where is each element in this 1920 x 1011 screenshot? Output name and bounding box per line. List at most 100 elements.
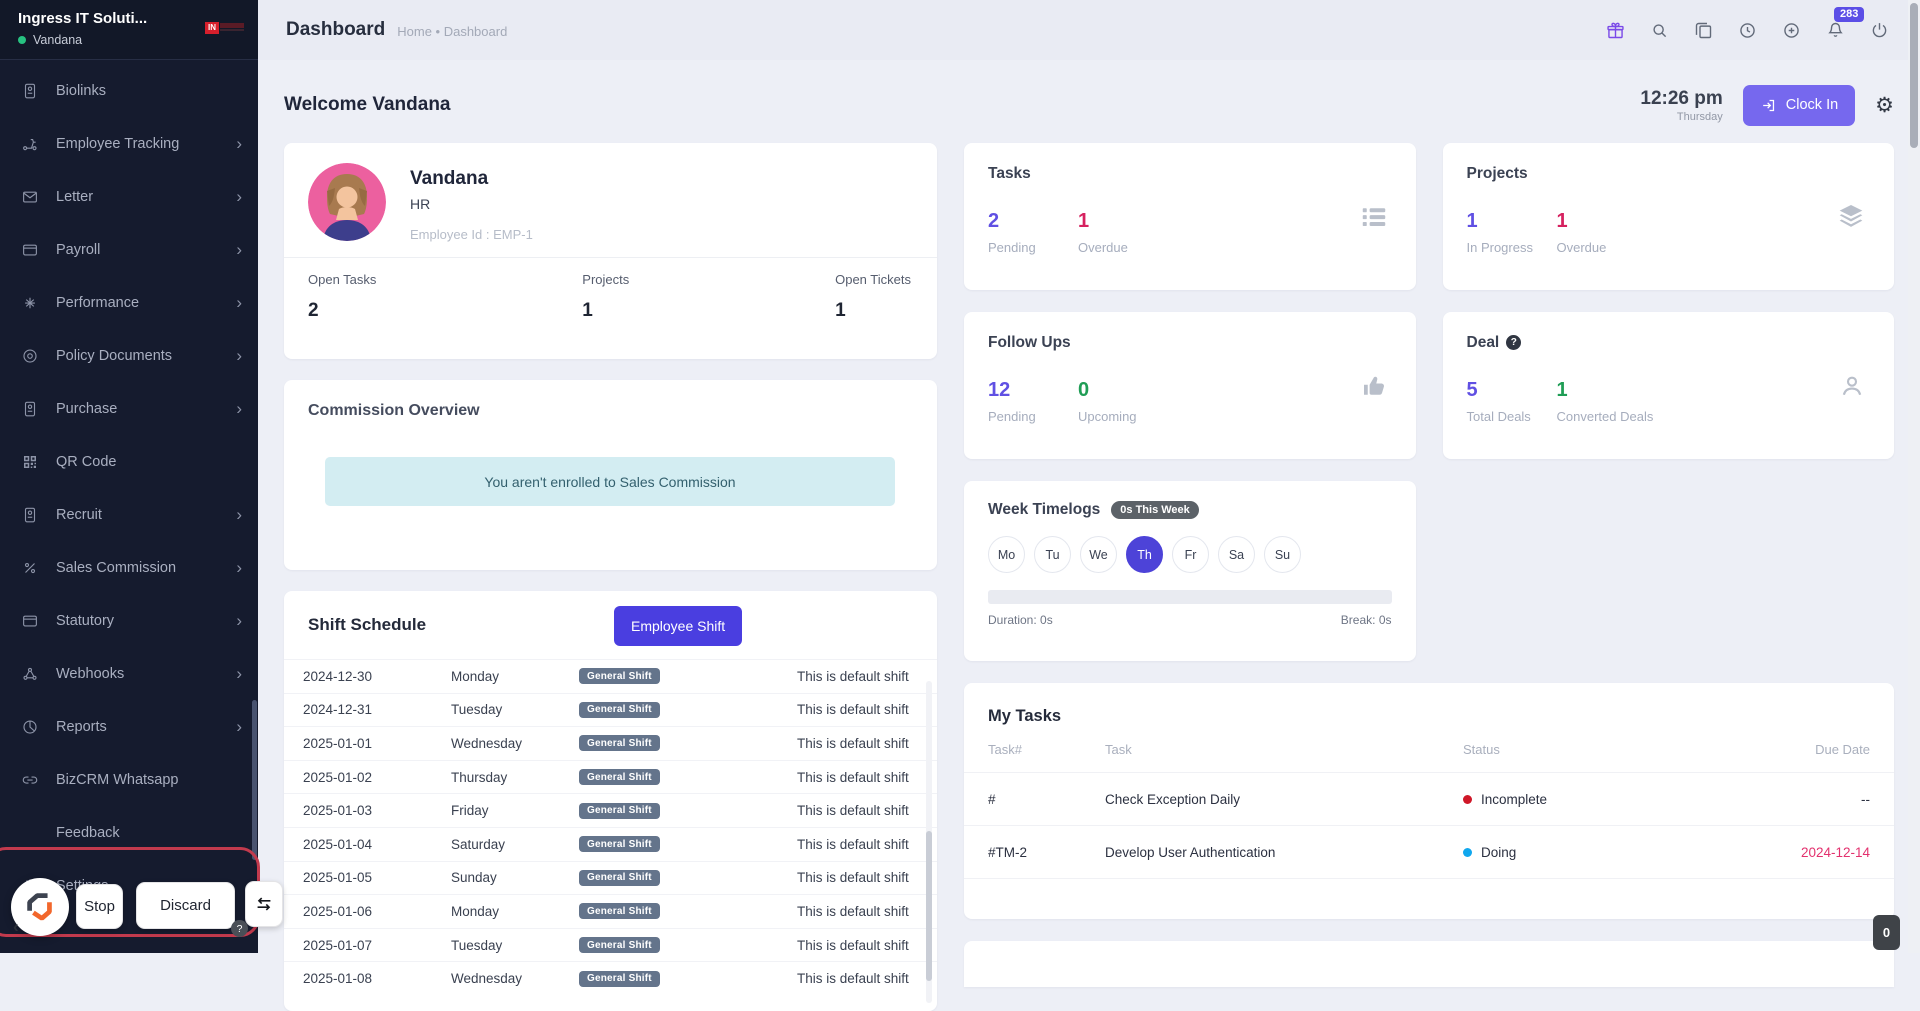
sidebar-item-employee-tracking[interactable]: Employee Tracking <box>0 117 258 170</box>
brand-logo-text <box>220 22 244 31</box>
chevron-right-icon <box>236 294 242 311</box>
clock-icon[interactable] <box>1737 20 1758 41</box>
shift-badge: General Shift <box>579 870 660 886</box>
timelogs-week-badge: 0s This Week <box>1111 501 1199 519</box>
chevron-right-icon <box>236 400 242 417</box>
timelog-progress-bar <box>988 590 1392 604</box>
tasks-card: Tasks 2Pending 1Overdue <box>964 143 1416 290</box>
asterisk-icon <box>21 294 39 312</box>
employee-id: Employee Id : EMP-1 <box>410 227 533 242</box>
sidebar-header[interactable]: Ingress IT Soluti... Vandana IN <box>0 0 258 60</box>
id-card-icon <box>21 506 39 524</box>
employee-shift-button[interactable]: Employee Shift <box>614 606 742 646</box>
chevron-right-icon <box>236 559 242 576</box>
recorder-logo-button[interactable] <box>11 878 69 936</box>
avatar <box>308 163 386 241</box>
day-we[interactable]: We <box>1080 536 1117 573</box>
sidebar-item-biolinks[interactable]: Biolinks <box>0 64 258 117</box>
page-scrollbar[interactable] <box>1908 0 1920 953</box>
nodes-icon <box>21 665 39 683</box>
profile-stat-open-tickets: Open Tickets 1 <box>835 272 911 322</box>
week-timelogs-card: Week Timelogs 0s This Week Mo Tu We Th F… <box>964 481 1416 661</box>
sidebar-menu: Biolinks Employee Tracking Letter Payrol… <box>0 60 258 912</box>
layers-icon <box>1835 201 1867 233</box>
thumbs-up-icon <box>1359 371 1389 401</box>
sidebar-item-performance[interactable]: Performance <box>0 276 258 329</box>
plus-circle-icon[interactable] <box>1781 20 1802 41</box>
chevron-right-icon <box>236 241 242 258</box>
shift-row: 2024-12-30MondayGeneral ShiftThis is def… <box>284 659 937 693</box>
sidebar-item-policy-documents[interactable]: Policy Documents <box>0 329 258 382</box>
current-time: 12:26 pm Thursday <box>1640 88 1722 123</box>
app-window: Ingress IT Soluti... Vandana IN Biolinks… <box>0 0 1920 953</box>
sidebar-item-feedback[interactable]: Feedback <box>0 806 258 859</box>
shift-row: 2025-01-07TuesdayGeneral ShiftThis is de… <box>284 928 937 962</box>
status-dot-doing <box>1463 848 1472 857</box>
chat-widget-badge[interactable]: 0 <box>1873 915 1900 950</box>
chevron-right-icon <box>236 135 242 152</box>
chevron-right-icon <box>236 188 242 205</box>
gift-icon[interactable] <box>1605 20 1626 41</box>
shift-row: 2025-01-08WednesdayGeneral ShiftThis is … <box>284 961 937 995</box>
sidebar-item-webhooks[interactable]: Webhooks <box>0 647 258 700</box>
deal-card: Deal 5Total Deals 1Converted Deals <box>1443 312 1895 459</box>
sidebar-item-recruit[interactable]: Recruit <box>0 488 258 541</box>
clock-in-button[interactable]: Clock In <box>1743 85 1855 126</box>
id-card-icon <box>21 400 39 418</box>
task-row[interactable]: # Check Exception Daily Incomplete -- <box>964 773 1894 826</box>
task-row[interactable]: #TM-2 Develop User Authentication Doing … <box>964 826 1894 879</box>
recorder-logo-icon <box>23 890 57 924</box>
scooter-icon <box>21 135 39 153</box>
shift-row: 2024-12-31TuesdayGeneral ShiftThis is de… <box>284 693 937 727</box>
sidebar-item-qr-code[interactable]: QR Code <box>0 435 258 488</box>
sidebar-item-bizcrm-whatsapp[interactable]: BizCRM Whatsapp <box>0 753 258 806</box>
shift-badge: General Shift <box>579 769 660 785</box>
person-icon <box>1837 371 1867 401</box>
collapse-chevron-icon[interactable] <box>13 917 19 937</box>
shift-row: 2025-01-04SaturdayGeneral ShiftThis is d… <box>284 827 937 861</box>
chevron-right-icon <box>236 506 242 523</box>
day-su[interactable]: Su <box>1264 536 1301 573</box>
my-tasks-header: Task# Task Status Due Date <box>964 726 1894 773</box>
day-mo[interactable]: Mo <box>988 536 1025 573</box>
commission-title: Commission Overview <box>308 402 913 420</box>
target-icon <box>21 347 39 365</box>
shift-badge: General Shift <box>579 668 660 684</box>
shift-schedule-card: Shift Schedule Employee Shift 2024-12-30… <box>284 591 937 1011</box>
shift-badge: General Shift <box>579 803 660 819</box>
qr-code-icon <box>21 453 39 471</box>
day-th-active[interactable]: Th <box>1126 536 1163 573</box>
projects-card: Projects 1In Progress 1Overdue <box>1443 143 1895 290</box>
shift-row: 2025-01-03FridayGeneral ShiftThis is def… <box>284 793 937 827</box>
swap-arrows-button[interactable] <box>245 881 283 927</box>
topbar: Dashboard Home • Dashboard 283 <box>258 0 1920 60</box>
sidebar-item-letter[interactable]: Letter <box>0 170 258 223</box>
day-sa[interactable]: Sa <box>1218 536 1255 573</box>
dashboard-settings-gear-icon[interactable] <box>1875 95 1894 116</box>
wallet-icon <box>21 612 39 630</box>
shift-table-scrollbar[interactable] <box>926 681 932 1003</box>
shift-badge: General Shift <box>579 702 660 718</box>
sidebar-item-sales-commission[interactable]: Sales Commission <box>0 541 258 594</box>
sidebar-item-purchase[interactable]: Purchase <box>0 382 258 435</box>
day-fr[interactable]: Fr <box>1172 536 1209 573</box>
search-icon[interactable] <box>1649 20 1670 41</box>
bell-icon[interactable]: 283 <box>1825 20 1846 41</box>
sidebar-item-payroll[interactable]: Payroll <box>0 223 258 276</box>
stop-button[interactable]: Stop <box>76 884 123 929</box>
status-dot-incomplete <box>1463 795 1472 804</box>
sidebar: Ingress IT Soluti... Vandana IN Biolinks… <box>0 0 258 953</box>
sidebar-item-statutory[interactable]: Statutory <box>0 594 258 647</box>
notes-icon[interactable] <box>1693 20 1714 41</box>
my-tasks-title: My Tasks <box>964 707 1894 726</box>
page-title: Dashboard <box>286 19 385 41</box>
recorder-help-icon[interactable] <box>231 920 248 937</box>
power-icon[interactable] <box>1869 20 1890 41</box>
sidebar-item-reports[interactable]: Reports <box>0 700 258 753</box>
sidebar-scrollbar[interactable] <box>252 700 257 860</box>
help-icon[interactable] <box>1506 335 1521 350</box>
discard-button[interactable]: Discard <box>136 882 235 929</box>
day-tu[interactable]: Tu <box>1034 536 1071 573</box>
chevron-right-icon <box>236 612 242 629</box>
profile-role: HR <box>410 196 533 212</box>
